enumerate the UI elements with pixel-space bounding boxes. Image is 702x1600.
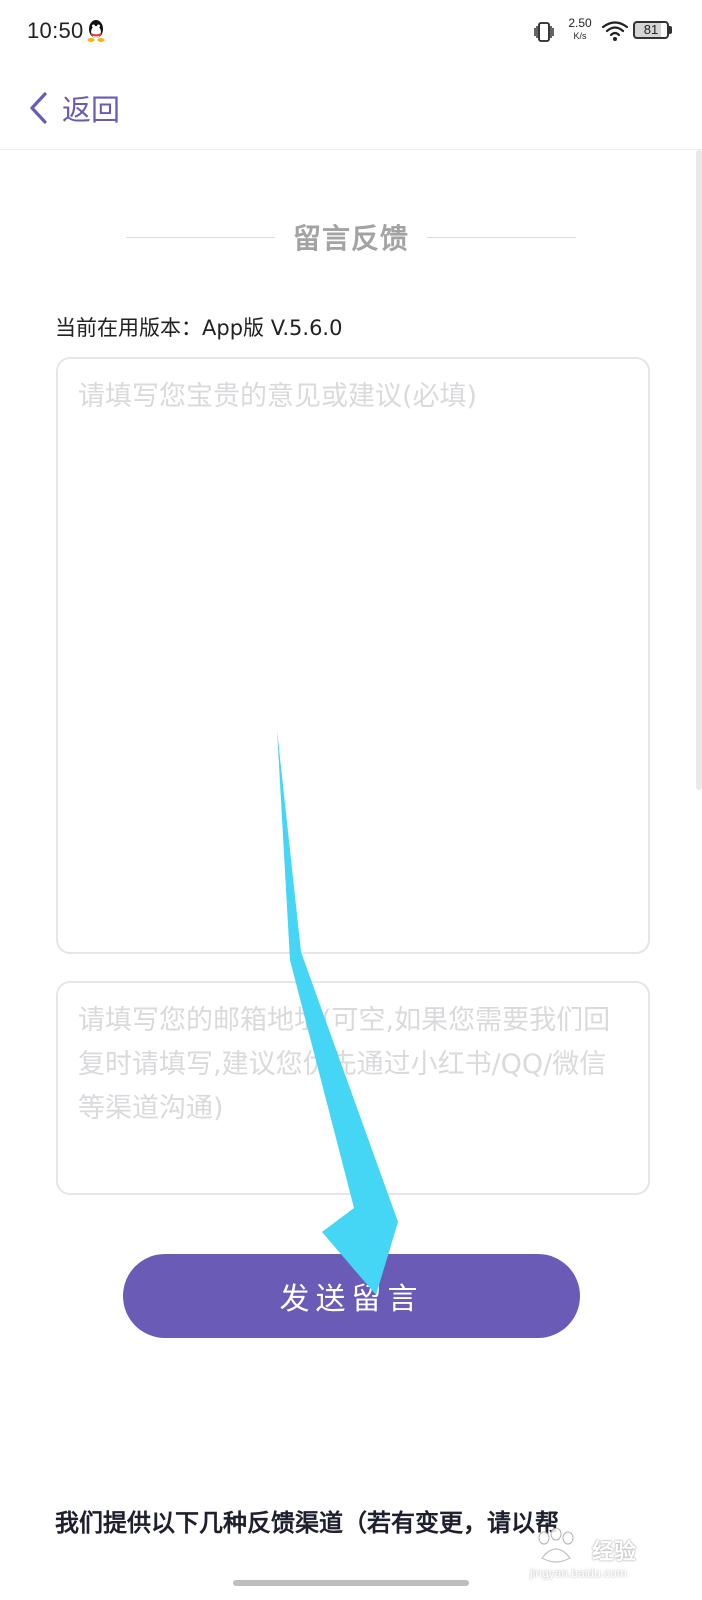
battery-icon: 81 — [633, 21, 669, 39]
feedback-textarea[interactable] — [56, 357, 650, 954]
watermark-text: 经验 — [592, 1540, 637, 1565]
divider-left — [126, 236, 275, 238]
network-speed-value: 2.50 — [568, 16, 592, 30]
status-bar: 10:50 2.50 K/s 81 — [0, 0, 702, 64]
divider-right — [427, 236, 577, 238]
qq-icon — [87, 20, 105, 42]
back-button[interactable]: 返回 — [28, 84, 120, 132]
nav-bar: 返回 — [0, 64, 702, 150]
network-speed: 2.50 K/s — [566, 17, 594, 43]
watermark-url: jingyan.baidu.com — [530, 1566, 627, 1580]
paw-logo-icon — [538, 1528, 574, 1563]
wifi-icon — [602, 21, 628, 41]
home-indicator[interactable] — [233, 1580, 469, 1586]
vibrate-icon — [534, 22, 554, 42]
email-textarea[interactable] — [56, 981, 650, 1195]
scrollbar[interactable] — [696, 150, 702, 790]
watermark: 经验 jingyan.baidu.com — [530, 1528, 680, 1588]
section-header: 留言反馈 — [126, 215, 577, 259]
chevron-left-icon — [30, 92, 47, 124]
network-speed-unit: K/s — [573, 31, 587, 41]
battery-tip — [669, 26, 672, 34]
status-time: 10:50 — [27, 18, 84, 43]
version-info: 当前在用版本：App版 V.5.6.0 — [55, 316, 343, 340]
send-message-button[interactable]: 发送留言 — [123, 1254, 580, 1338]
back-label: 返回 — [62, 93, 121, 127]
page-title: 留言反馈 — [293, 222, 410, 255]
